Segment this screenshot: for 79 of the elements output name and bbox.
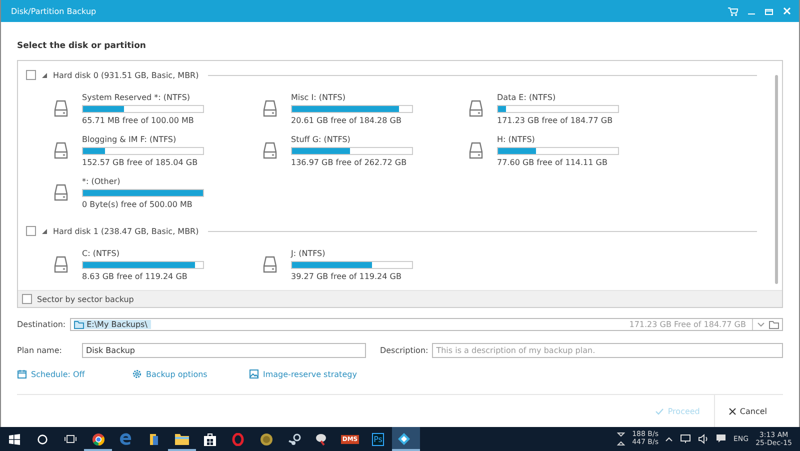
collapse-icon[interactable] <box>41 228 48 234</box>
satellite-dish-icon <box>315 432 329 446</box>
folder-icon[interactable] <box>769 320 779 328</box>
free-space-text: 136.97 GB free of 262.72 GB <box>291 158 408 167</box>
partition-name[interactable]: System Reserved *: (NTFS) <box>82 93 204 102</box>
drive-icon <box>54 256 68 274</box>
folder-icon <box>74 320 84 328</box>
disk-label: Hard disk 1 (238.47 GB, Basic, MBR) <box>53 226 199 236</box>
drive-icon <box>263 256 277 274</box>
disk-label: Hard disk 0 (931.51 GB, Basic, MBR) <box>53 70 199 80</box>
partition-name[interactable]: H: (NTFS) <box>497 135 619 144</box>
destination-label: Destination: <box>17 320 66 329</box>
drive-icon <box>469 142 483 160</box>
chevron-down-icon[interactable] <box>757 322 765 327</box>
check-icon <box>654 408 664 414</box>
speaker-icon[interactable] <box>698 434 710 444</box>
free-space-text: 39.27 GB free of 119.24 GB <box>291 272 402 281</box>
drive-icon <box>469 100 483 118</box>
drive-icon <box>54 142 68 160</box>
free-space-text: 65.71 MB free of 100.00 MB <box>82 116 195 125</box>
plan-name-field[interactable]: Disk Backup <box>82 343 366 358</box>
sector-backup-label: Sector by sector backup <box>37 294 134 304</box>
calendar-icon <box>17 369 27 379</box>
drive-icon <box>54 184 68 202</box>
folder-icon <box>175 433 189 445</box>
free-space-text: 20.61 GB free of 184.28 GB <box>291 116 402 125</box>
search-icon <box>36 434 48 444</box>
free-space-text: 152.57 GB free of 185.04 GB <box>82 158 199 167</box>
free-space-text: 0 Byte(s) free of 500.00 MB <box>82 200 194 209</box>
letter-e-icon <box>120 433 132 445</box>
option-link[interactable]: Backup options <box>132 369 249 379</box>
partition-name[interactable]: Blogging & IM F: (NTFS) <box>82 135 204 144</box>
free-space-text: 77.60 GB free of 114.11 GB <box>497 158 608 167</box>
free-space-text: 8.63 GB free of 119.24 GB <box>82 272 188 281</box>
close-icon[interactable] <box>783 7 791 15</box>
drive-icon <box>263 142 277 160</box>
monitor-icon[interactable] <box>680 434 692 444</box>
disk-checkbox[interactable] <box>26 226 36 236</box>
option-link[interactable]: Image-reserve strategy <box>249 369 357 379</box>
plan-name-label: Plan name: <box>17 346 62 355</box>
partition-name[interactable]: Stuff G: (NTFS) <box>291 135 413 144</box>
cart-icon[interactable] <box>728 6 738 16</box>
destination-free-text: 171.23 GB Free of 184.77 GB <box>629 320 747 329</box>
scrollbar[interactable] <box>775 75 778 284</box>
gear-icon <box>132 369 142 379</box>
sector-checkbox[interactable] <box>22 294 32 304</box>
option-link[interactable]: Schedule: Off <box>17 369 132 379</box>
destination-field[interactable]: E:\My Backups\ 171.23 GB Free of 184.77 GB <box>70 318 783 331</box>
drive-icon <box>54 100 68 118</box>
maximize-icon[interactable] <box>765 8 773 14</box>
collapse-icon[interactable] <box>41 72 48 78</box>
description-field[interactable]: This is a description of my backup plan. <box>432 343 783 358</box>
task-view-icon <box>64 434 76 444</box>
windows-logo-icon <box>8 434 20 444</box>
taskbar-button[interactable]: Ps <box>364 427 392 451</box>
close-icon <box>728 408 736 414</box>
folder-icon <box>149 432 159 446</box>
partition-name[interactable]: Misc I: (NTFS) <box>291 93 413 102</box>
coin-icon <box>260 432 272 446</box>
partition-name[interactable]: Data E: (NTFS) <box>497 93 619 102</box>
free-space-text: 171.23 GB free of 184.77 GB <box>497 116 614 125</box>
partition-name[interactable]: J: (NTFS) <box>291 249 413 258</box>
disk-checkbox[interactable] <box>26 70 36 80</box>
chevron-up-icon[interactable] <box>665 436 674 442</box>
description-label: Description: <box>380 346 428 355</box>
message-icon[interactable] <box>716 434 726 444</box>
window-title: Disk/Partition Backup <box>11 6 98 16</box>
diamond-icon <box>397 432 411 446</box>
section-heading: Select the disk or partition <box>17 41 147 51</box>
shopping-bag-icon <box>204 432 216 446</box>
image-icon <box>249 369 259 379</box>
partition-name[interactable]: *: (Other) <box>82 177 204 186</box>
ring-icon <box>232 432 244 446</box>
partition-name[interactable]: C: (NTFS) <box>82 249 204 258</box>
network-speed-icon <box>617 432 626 446</box>
drive-icon <box>263 100 277 118</box>
destination-path: E:\My Backups\ <box>86 320 148 329</box>
app-label: Ps <box>372 432 384 446</box>
taskbar-button[interactable] <box>392 427 420 451</box>
